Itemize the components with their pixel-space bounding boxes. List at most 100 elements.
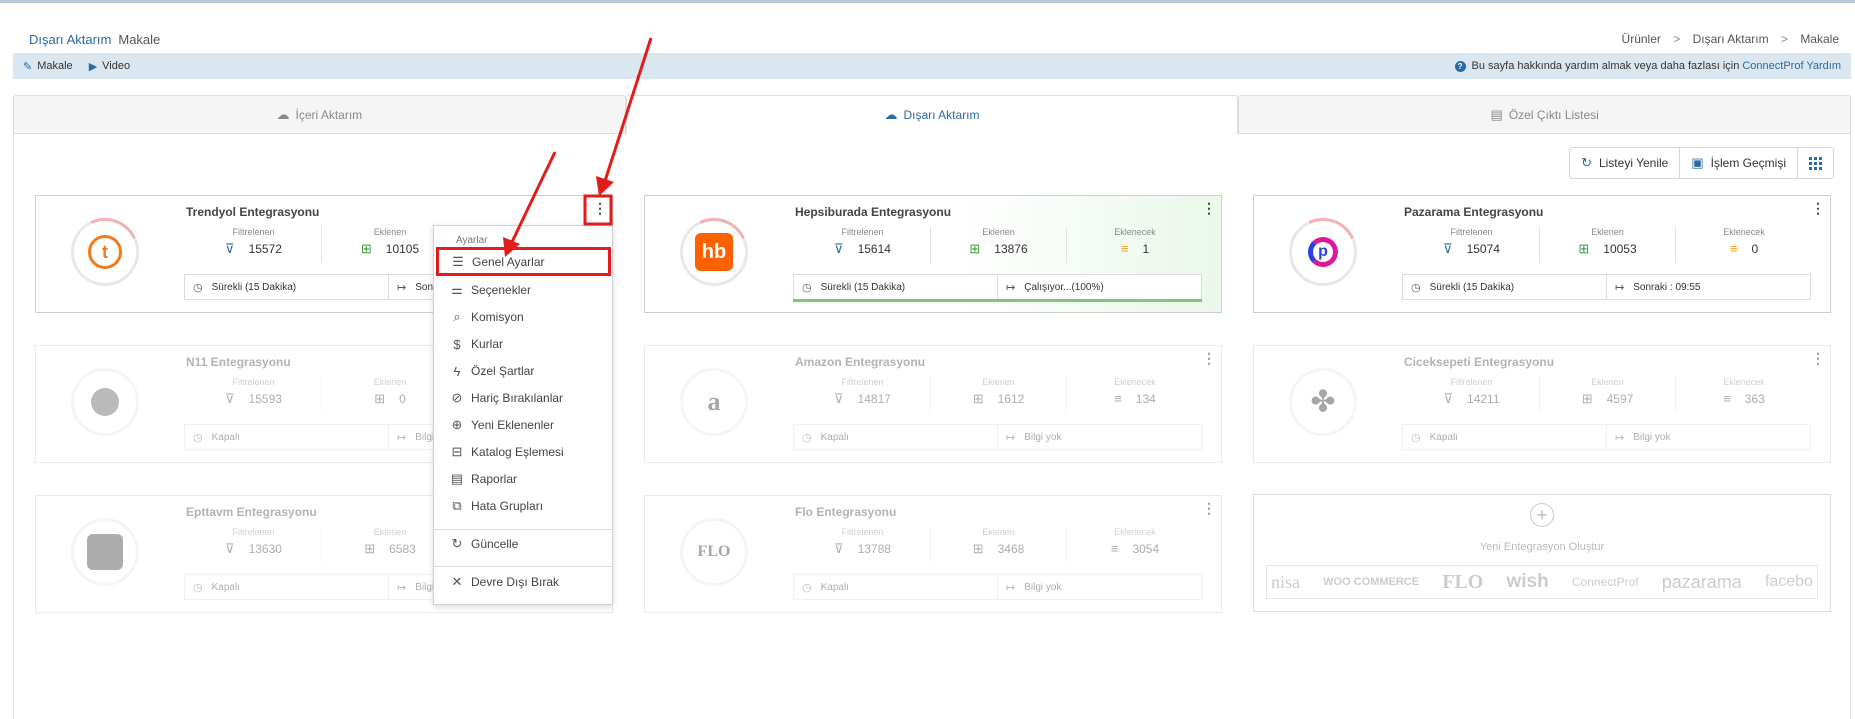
- clock-icon: ◷: [1411, 281, 1421, 294]
- brand-wish: wish: [1506, 571, 1549, 592]
- filter-icon: ⊽: [834, 241, 844, 256]
- menu-item-haric-birakilanlar[interactable]: ⊘ Hariç Bırakılanlar: [434, 386, 612, 410]
- more-options-icon[interactable]: ⋮: [1202, 201, 1216, 215]
- integration-card-ciceksepeti: ✤ Ciceksepeti Entegrasyonu ⋮ Filtrelenen…: [1253, 345, 1831, 463]
- add-box-icon: ⊞: [1581, 391, 1593, 406]
- progress-bar: [793, 299, 1202, 302]
- integration-name: Pazarama Entegrasyonu: [1404, 205, 1544, 219]
- schedule-bar: ◷ Kapalı ↦ Bilgi yok: [1402, 424, 1811, 450]
- menu-item-label: Kurlar: [471, 337, 504, 351]
- integration-card-hepsiburada: hb Hepsiburada Entegrasyonu ⋮ Filtrelene…: [644, 195, 1222, 313]
- menu-item-komisyon[interactable]: ⌕ Komisyon: [434, 305, 612, 329]
- tab-iceri-aktarim[interactable]: ☁ İçeri Aktarım: [13, 95, 626, 134]
- next-icon: ↦: [397, 581, 407, 594]
- help-text: Bu sayfa hakkında yardım almak veya daha…: [1471, 60, 1740, 72]
- tab-label: Dışarı Aktarım: [903, 107, 980, 122]
- breadcrumb-item-urunler[interactable]: Ürünler: [1622, 32, 1661, 46]
- makale-link[interactable]: Makale: [37, 60, 72, 72]
- clock-icon: ◷: [802, 431, 812, 444]
- next-text: Bilgi: [415, 431, 435, 443]
- video-icon: ▶: [88, 60, 98, 73]
- integration-name: Ciceksepeti Entegrasyonu: [1404, 355, 1555, 369]
- playlist-add-icon: ≡: [1120, 241, 1129, 256]
- schedule-bar: ◷ Sürekli (15 Dakika) ↦ Çalışıyor...(100%): [793, 274, 1202, 300]
- added-value: 6583: [389, 542, 416, 556]
- top-border: [0, 0, 1855, 3]
- progress-ring: FLO: [680, 518, 748, 586]
- brand-strip: nisa WOO COMMERCE FLO wish ConnectProf p…: [1266, 565, 1818, 599]
- schedule-text: Kapalı: [1429, 431, 1458, 443]
- progress-ring: a: [680, 368, 748, 436]
- breadcrumb: Ürünler > Dışarı Aktarım > Makale: [1622, 32, 1839, 46]
- schedule-text: Kapalı: [211, 431, 240, 443]
- menu-item-genel-ayarlar[interactable]: ☰ Genel Ayarlar: [436, 247, 611, 276]
- stat-label: Filtrelenen: [1450, 227, 1493, 237]
- more-options-icon[interactable]: ⋮: [1202, 351, 1216, 365]
- more-options-icon[interactable]: ⋮: [593, 201, 607, 215]
- ciceksepeti-logo: ✤: [1310, 385, 1336, 419]
- filter-icon: ⊽: [1443, 391, 1454, 406]
- filtered-value: 15614: [857, 242, 891, 256]
- catalog-icon: ⊟: [451, 444, 463, 459]
- stat-label: Eklenen: [1591, 227, 1624, 237]
- refresh-list-button[interactable]: ↻ Listeyi Yenile: [1570, 148, 1681, 178]
- filtered-value: 15593: [248, 392, 282, 406]
- document-icon: ▣: [1691, 155, 1704, 170]
- progress-ring: [71, 368, 139, 436]
- add-box-icon: ⊞: [972, 391, 984, 406]
- integration-card-amazon: a Amazon Entegrasyonu ⋮ Filtrelenen ⊽ 1481…: [644, 345, 1222, 463]
- tab-label: İçeri Aktarım: [295, 107, 363, 122]
- integration-name: Epttavm Entegrasyonu: [186, 505, 317, 519]
- progress-ring: [71, 518, 139, 586]
- tab-disari-aktarim[interactable]: ☁ Dışarı Aktarım: [625, 95, 1239, 134]
- tab-ozel-cikti-listesi[interactable]: ▤ Özel Çıktı Listesi: [1238, 95, 1852, 134]
- menu-item-secenekler[interactable]: ⚌ Seçenekler: [434, 278, 612, 302]
- menu-item-label: Genel Ayarlar: [472, 254, 545, 269]
- menu-item-ozel-sartlar[interactable]: ϟ Özel Şartlar: [434, 359, 612, 383]
- history-button[interactable]: ▣ İşlem Geçmişi: [1680, 148, 1798, 178]
- next-icon: ↦: [1615, 281, 1625, 294]
- error-group-icon: ⧉: [452, 498, 462, 513]
- menu-item-katalog-eslemesi[interactable]: ⊟ Katalog Eşlemesi: [434, 440, 612, 464]
- breadcrumb-item-disari-aktarim[interactable]: Dışarı Aktarım: [1693, 32, 1769, 46]
- schedule-bar: ◷ Kapalı ↦ Bilgi yok: [793, 574, 1202, 600]
- stats: Filtrelenen ⊽ 15593 Eklenen ⊞ 0: [186, 377, 458, 413]
- stat-label: Filtrelenen: [232, 527, 275, 537]
- stat-label: Filtrelenen: [232, 377, 275, 387]
- stats: Filtrelenen ⊽ 14817 Eklenen ⊞ 1612 Eklenecek…: [795, 377, 1203, 413]
- menu-item-guncelle[interactable]: ↻ Güncelle: [434, 532, 612, 556]
- stat-label: Filtrelenen: [841, 377, 884, 387]
- add-box-icon: ⊞: [374, 391, 386, 406]
- video-link[interactable]: Video: [102, 60, 130, 72]
- help-link[interactable]: ConnectProf Yardım: [1742, 60, 1841, 72]
- menu-item-label: Özel Şartlar: [471, 364, 535, 378]
- schedule-text: Sürekli (15 Dakika): [820, 281, 906, 293]
- next-icon: ↦: [1615, 431, 1625, 444]
- added-value: 10053: [1603, 242, 1637, 256]
- stat-label: Eklenen: [982, 377, 1015, 387]
- playlist-add-icon: ≡: [1110, 541, 1119, 556]
- integration-name: Amazon Entegrasyonu: [795, 355, 926, 369]
- menu-item-raporlar[interactable]: ▤ Raporlar: [434, 467, 612, 491]
- more-options-icon[interactable]: ⋮: [1811, 201, 1825, 215]
- plus-icon: +: [1530, 503, 1554, 527]
- refresh-icon: ↻: [1581, 155, 1592, 170]
- excluded-icon: ⊘: [451, 390, 463, 405]
- grid-view-button[interactable]: [1798, 148, 1833, 178]
- menu-item-devre-disi-birak[interactable]: ✕ Devre Dışı Bırak: [434, 570, 612, 594]
- more-options-icon[interactable]: ⋮: [1202, 501, 1216, 515]
- new-integration-card[interactable]: + Yeni Entegrasyon Oluştur nisa WOO COMM…: [1253, 494, 1831, 612]
- added-value: 1612: [997, 392, 1025, 406]
- page-title: Dışarı Aktarım: [29, 31, 112, 47]
- menu-item-hata-gruplari[interactable]: ⧉ Hata Grupları: [434, 494, 612, 518]
- more-options-icon[interactable]: ⋮: [1811, 351, 1825, 365]
- next-icon: ↦: [397, 431, 407, 444]
- menu-item-yeni-eklenenler[interactable]: ⊕ Yeni Eklenenler: [434, 413, 612, 437]
- refresh-label: Listeyi Yenile: [1598, 156, 1669, 170]
- help-bar: ✎ Makale ▶ Video ? Bu sayfa hakkında yar…: [13, 53, 1851, 79]
- next-icon: ↦: [1006, 431, 1016, 444]
- added-value: 10105: [385, 242, 420, 256]
- tab-bar: ☁ İçeri Aktarım ☁ Dışarı Aktarım ▤ Özel …: [13, 95, 1852, 134]
- menu-divider: [434, 566, 612, 567]
- menu-item-kurlar[interactable]: $ Kurlar: [434, 332, 612, 356]
